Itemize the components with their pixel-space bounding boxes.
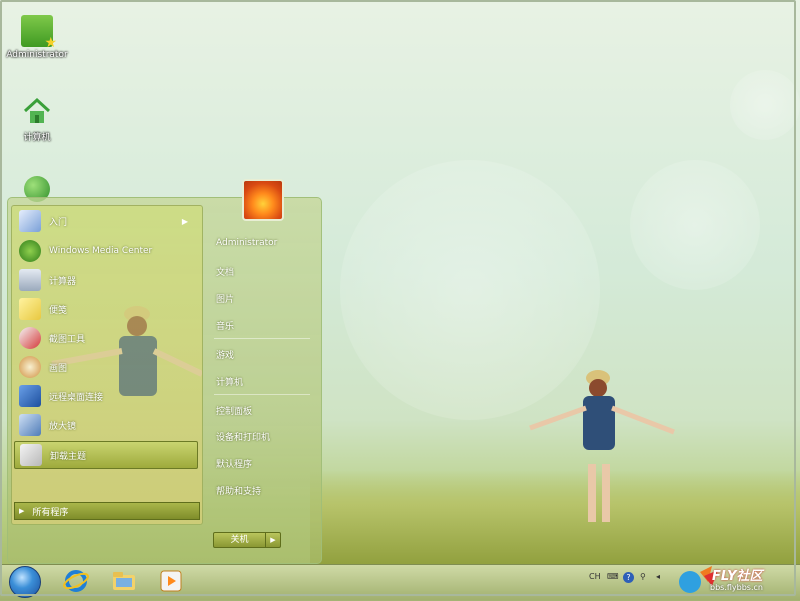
start-item-label: 便笺	[49, 305, 68, 316]
desktop-icon-label: Administrator	[6, 50, 68, 60]
start-item-sticky-notes[interactable]: 便笺	[14, 296, 196, 322]
start-right-default-programs[interactable]: 默认程序	[216, 457, 252, 470]
shutdown-options-arrow-icon[interactable]: ▶	[265, 533, 280, 547]
snipping-tool-icon	[19, 327, 41, 349]
start-right-music[interactable]: 音乐	[216, 319, 234, 332]
start-right-pictures[interactable]: 图片	[216, 292, 234, 305]
desktop-icon-administrator[interactable]: Administrator	[2, 15, 72, 60]
windows-explorer-icon[interactable]	[110, 568, 138, 594]
help-icon[interactable]: ?	[623, 572, 634, 583]
watermark-url: bbs.flybbs.cn	[710, 583, 763, 592]
magnifier-icon	[19, 414, 41, 436]
wallpaper-bokeh	[730, 70, 800, 140]
start-right-control-panel[interactable]: 控制面板	[216, 404, 252, 417]
tray-language[interactable]: CH	[589, 572, 601, 581]
start-right-devices-printers[interactable]: 设备和打印机	[216, 430, 270, 443]
start-item-label: 放大镜	[49, 421, 77, 432]
user-folder-icon	[21, 15, 57, 51]
watermark-text: FLY社区	[712, 569, 763, 584]
paint-icon	[19, 356, 41, 378]
start-item-media-center[interactable]: Windows Media Center	[14, 238, 196, 264]
start-right-documents[interactable]: 文档	[216, 265, 234, 278]
wallpaper-bokeh	[630, 160, 760, 290]
remote-desktop-icon	[19, 385, 41, 407]
start-item-paint[interactable]: 画图	[14, 354, 196, 380]
calculator-icon	[19, 269, 41, 291]
start-item-label: Windows Media Center	[49, 246, 153, 256]
shutdown-button[interactable]: 关机 ▶	[213, 532, 281, 548]
expand-arrow-icon: ▶	[19, 507, 25, 515]
start-item-label: 卸载主题	[50, 451, 87, 462]
shutdown-label: 关机	[230, 535, 249, 545]
uninstall-theme-icon	[20, 444, 42, 466]
menu-separator	[214, 394, 310, 395]
start-item-label: 画图	[49, 363, 68, 374]
network-icon[interactable]: ⚲	[640, 572, 646, 581]
volume-icon[interactable]: ◂	[656, 572, 660, 581]
media-player-icon[interactable]	[157, 568, 185, 594]
sticky-notes-icon	[19, 298, 41, 320]
start-item-remote-desktop[interactable]: 远程桌面连接	[14, 383, 196, 409]
all-programs-label: 所有程序	[32, 507, 69, 518]
submenu-arrow-icon: ▶	[181, 216, 188, 226]
wallpaper-girl	[528, 366, 678, 526]
start-right-user[interactable]: Administrator	[216, 238, 277, 248]
start-item-magnifier[interactable]: 放大镜	[14, 412, 196, 438]
start-right-help-support[interactable]: 帮助和支持	[216, 484, 261, 497]
computer-home-icon	[21, 95, 53, 127]
start-item-label: 计算器	[49, 276, 77, 287]
desktop-icon-computer[interactable]: 计算机	[2, 95, 72, 143]
start-item-label: 入门	[49, 217, 68, 228]
start-item-getting-started[interactable]: 入门 ▶	[14, 208, 196, 234]
user-avatar[interactable]	[242, 179, 284, 221]
start-right-computer[interactable]: 计算机	[216, 375, 243, 388]
all-programs-button[interactable]: ▶ 所有程序	[14, 502, 200, 520]
keyboard-icon[interactable]: ⌨	[607, 572, 619, 581]
desktop-icon-label: 计算机	[23, 133, 51, 143]
menu-separator	[214, 338, 310, 339]
media-center-icon	[19, 240, 41, 262]
start-item-label: 远程桌面连接	[49, 392, 104, 403]
internet-explorer-icon[interactable]	[62, 568, 90, 594]
start-item-uninstall-theme[interactable]: 卸载主题	[14, 441, 198, 469]
start-item-calculator[interactable]: 计算器	[14, 267, 196, 293]
getting-started-icon	[19, 210, 41, 232]
start-orb-icon[interactable]	[9, 566, 41, 598]
start-right-games[interactable]: 游戏	[216, 348, 234, 361]
start-item-snipping-tool[interactable]: 截图工具	[14, 325, 196, 351]
start-item-label: 截图工具	[49, 334, 86, 345]
